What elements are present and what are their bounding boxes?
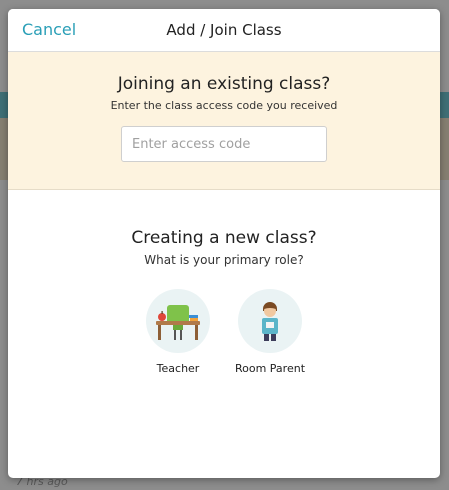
role-option-teacher[interactable]: Teacher — [128, 289, 228, 375]
create-subtitle: What is your primary role? — [144, 253, 304, 267]
join-heading: Joining an existing class? — [117, 74, 331, 94]
background-banner — [0, 118, 8, 180]
access-code-input[interactable] — [121, 126, 327, 162]
teacher-desk-icon — [146, 289, 210, 353]
background-banner — [439, 118, 449, 180]
background-header-strip — [439, 92, 449, 118]
create-heading: Creating a new class? — [131, 228, 317, 248]
modal-title: Add / Join Class — [166, 21, 282, 39]
role-label-teacher: Teacher — [156, 362, 200, 375]
role-options: Teacher Room Parent — [8, 289, 440, 409]
create-class-section: Creating a new class? What is your prima… — [8, 190, 440, 409]
role-option-room-parent[interactable]: Room Parent — [220, 289, 320, 375]
join-class-section: Joining an existing class? Enter the cla… — [8, 52, 440, 190]
role-label-room-parent: Room Parent — [234, 362, 306, 375]
join-subtitle: Enter the class access code you received — [110, 99, 338, 112]
add-join-class-modal: Cancel Add / Join Class Joining an exist… — [8, 9, 440, 478]
background-header-strip — [0, 92, 8, 118]
modal-header: Cancel Add / Join Class — [8, 9, 440, 52]
room-parent-icon — [238, 289, 302, 353]
